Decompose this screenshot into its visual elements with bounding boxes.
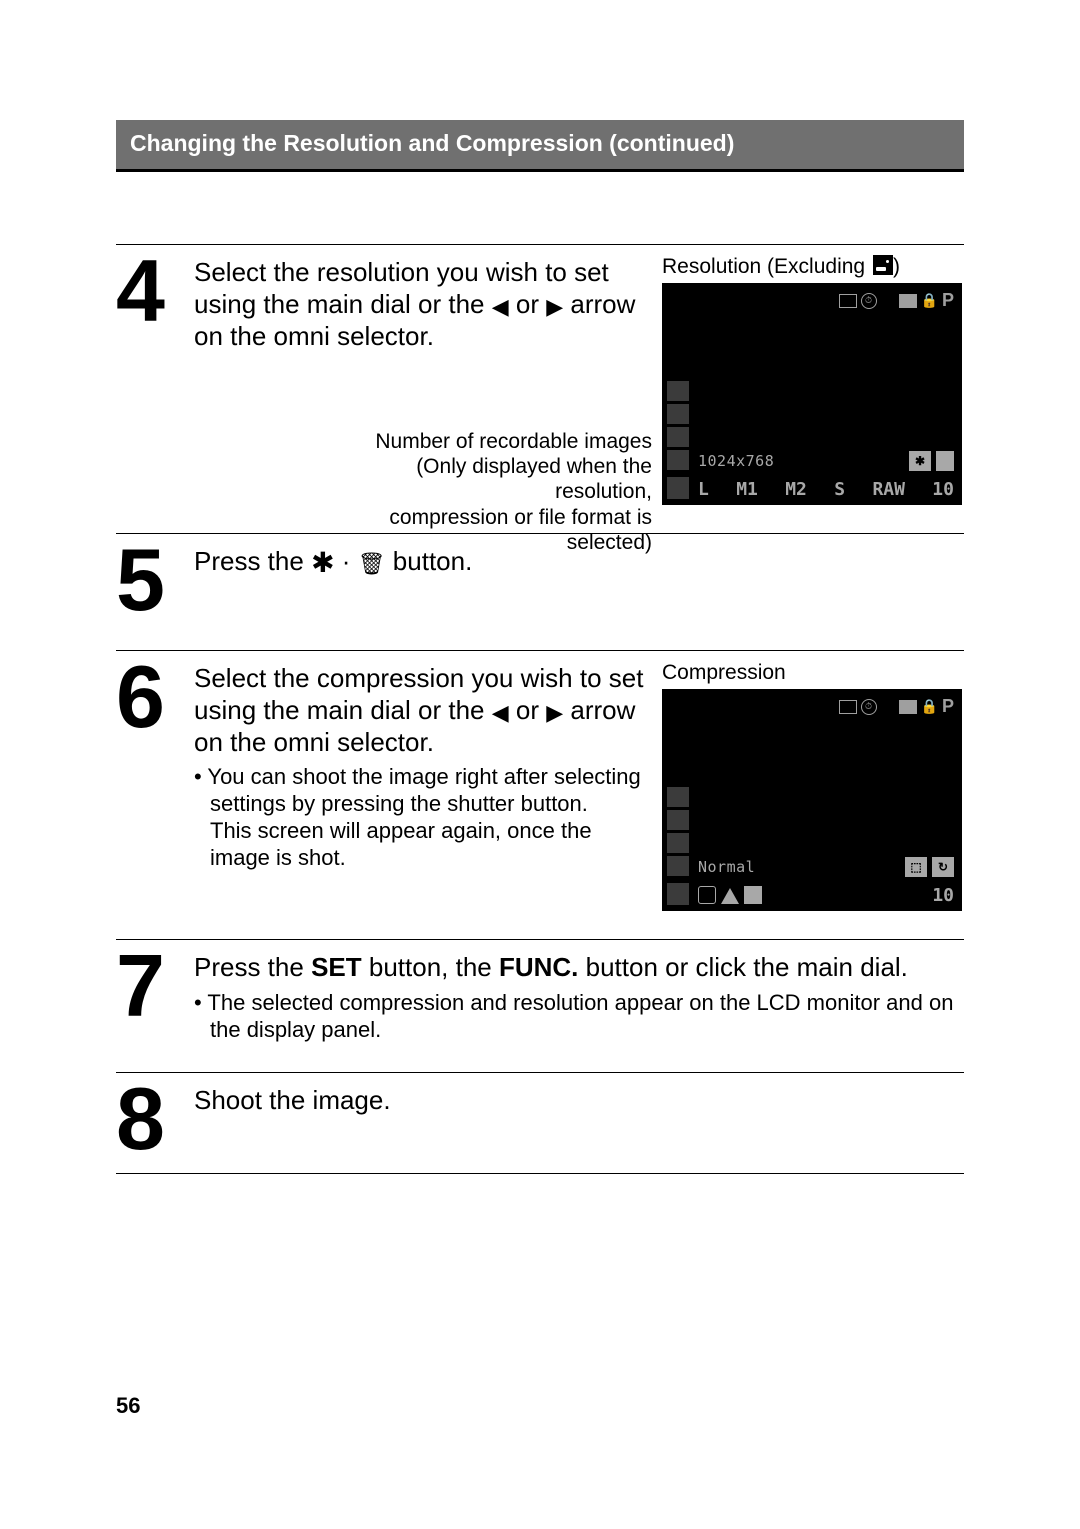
lock-icon: 🔒 [921, 293, 938, 309]
stack-icon [667, 810, 689, 830]
figure-label: Compression [662, 661, 962, 685]
lcd-top-status-icons: ⏱ 🔒 P [839, 290, 954, 311]
stack-foot-icon [667, 477, 689, 499]
res-m1: M1 [736, 479, 758, 500]
chip-icon-1: ⬚ [905, 857, 927, 877]
res-m2: M2 [785, 479, 807, 500]
right-arrow-icon: ▶ [546, 700, 563, 725]
section-header: Changing the Resolution and Compression … [116, 120, 964, 172]
left-arrow-icon: ◀ [492, 700, 509, 725]
step-4-figure: Resolution (Excluding ) ⏱ 🔒 P [662, 255, 962, 505]
lcd-info-right-icons: ✱ [909, 451, 954, 471]
stack-icon [667, 427, 689, 447]
comp-icon-normal [744, 886, 762, 904]
bracket-icon [899, 700, 917, 714]
stack-icon [667, 787, 689, 807]
res-raw: RAW [872, 479, 905, 500]
section-header-text: Changing the Resolution and Compression … [130, 130, 734, 156]
mode-p-icon: P [942, 696, 954, 717]
bracket-icon [899, 294, 917, 308]
lcd-resolution-value: 1024x768 [698, 452, 774, 470]
step-5: 5 Press the ✱ · 🗑 button. [116, 533, 964, 650]
step-6-note-1: You can shoot the image right after sele… [194, 764, 644, 818]
stack-foot-icon [667, 883, 689, 905]
lcd-screen-resolution: ⏱ 🔒 P [662, 283, 962, 505]
lcd-top-status-icons: ⏱ 🔒 P [839, 696, 954, 717]
stack-icon [667, 450, 689, 470]
flash-icon: ✱ [909, 451, 931, 471]
timer-icon: ⏱ [861, 699, 877, 715]
left-arrow-icon: ◀ [492, 294, 509, 319]
step-number: 6 [116, 661, 176, 911]
step-7-instruction: Press the SET button, the FUNC. button o… [194, 952, 964, 984]
mode-p-icon: P [942, 290, 954, 311]
step-7-note: The selected compression and resolution … [194, 990, 964, 1044]
step-8: 8 Shoot the image. [116, 1072, 964, 1174]
lcd-compression-value: Normal [698, 858, 755, 876]
recordable-count: 10 [932, 885, 954, 906]
res-l: L [698, 479, 709, 500]
lcd-screen-compression: ⏱ 🔒 P [662, 689, 962, 911]
movie-mode-icon [873, 255, 893, 275]
step-number: 4 [116, 255, 176, 505]
chip-icon-2: ↻ [932, 857, 954, 877]
comp-icon-superfine [698, 886, 716, 904]
timer-icon: ⏱ [861, 293, 877, 309]
lock-icon: 🔒 [921, 699, 938, 715]
lcd-left-icon-stack [667, 787, 689, 876]
step-6-figure: Compression ⏱ 🔒 P [662, 661, 962, 911]
page-number: 56 [116, 1393, 140, 1419]
asterisk-icon: ✱ [311, 547, 334, 578]
step-4-instruction: Select the resolution you wish to set us… [194, 257, 644, 352]
figure-label: Resolution (Excluding ) [662, 255, 962, 279]
func-button-label: FUNC. [499, 952, 578, 982]
continuous-shot-icon [839, 294, 857, 308]
stack-icon [667, 381, 689, 401]
lcd-left-icon-stack [667, 381, 689, 470]
step-6-instruction: Select the compression you wish to set u… [194, 663, 644, 758]
stack-icon [667, 404, 689, 424]
step-7: 7 Press the SET button, the FUNC. button… [116, 939, 964, 1071]
step-8-instruction: Shoot the image. [194, 1085, 964, 1117]
res-s: S [834, 479, 845, 500]
lcd-info-right-icons: ⬚ ↻ [905, 857, 954, 877]
step-4: 4 Select the resolution you wish to set … [116, 244, 964, 533]
continuous-shot-icon [839, 700, 857, 714]
set-button-label: SET [311, 952, 362, 982]
person-icon [936, 451, 954, 471]
step-6: 6 Select the compression you wish to set… [116, 650, 964, 939]
step-number: 8 [116, 1083, 176, 1155]
step-number: 5 [116, 544, 176, 616]
step-6-note-2: This screen will appear again, once the … [194, 818, 644, 872]
comp-icon-fine [721, 888, 739, 904]
stack-icon [667, 856, 689, 876]
right-arrow-icon: ▶ [546, 294, 563, 319]
step-5-instruction: Press the ✱ · 🗑 button. [194, 546, 964, 580]
recordable-count: 10 [932, 479, 954, 500]
compression-icons [698, 886, 762, 904]
step-number: 7 [116, 950, 176, 1043]
lcd-bottom-row: 10 [698, 884, 954, 906]
trash-icon: 🗑 [358, 551, 386, 576]
stack-icon [667, 833, 689, 853]
lcd-bottom-row: L M1 M2 S RAW 10 [698, 478, 954, 500]
